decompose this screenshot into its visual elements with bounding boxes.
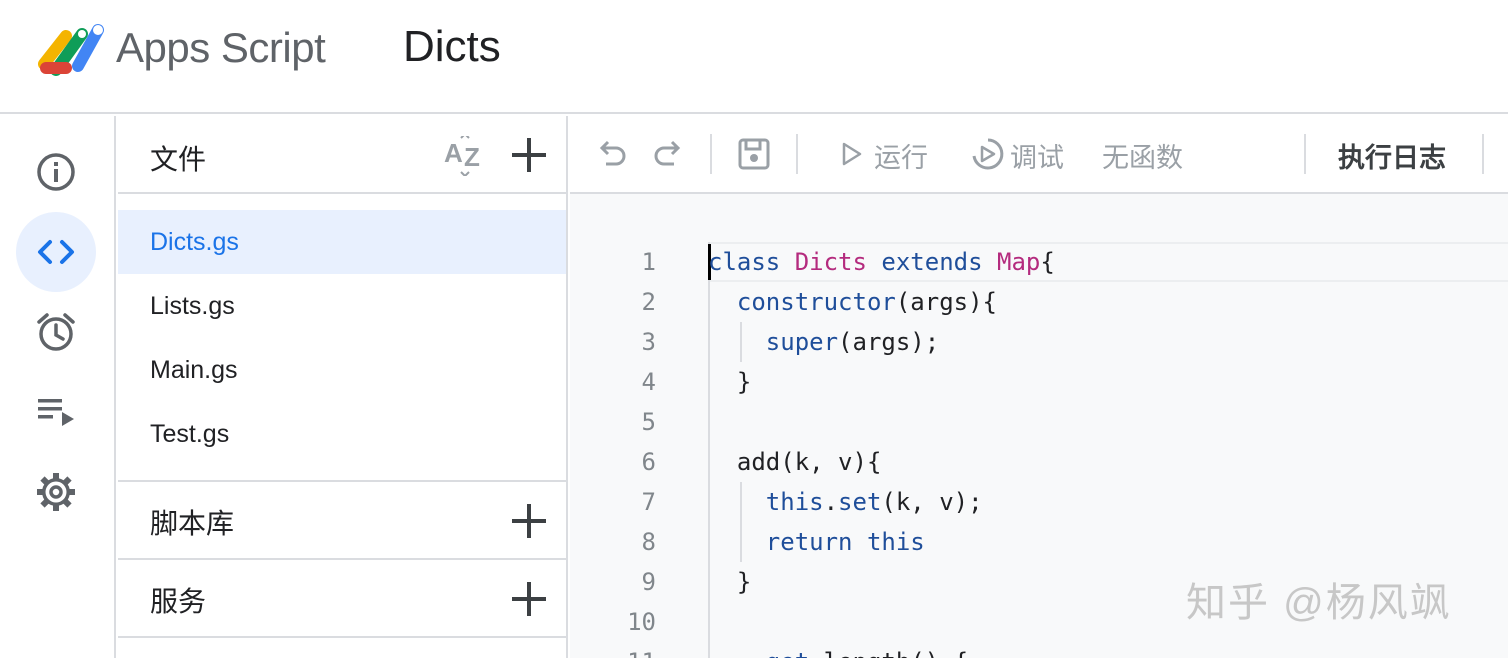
rail-item-settings[interactable]: [16, 452, 96, 532]
line-number: 6: [641, 448, 656, 476]
alarm-icon: [37, 313, 75, 351]
line-number: 8: [641, 528, 656, 556]
files-header: 文件 A Z: [118, 116, 568, 194]
code-line: 7 this.set(k, v);: [570, 482, 1508, 522]
redo-icon[interactable]: [650, 136, 686, 172]
files-panel: 文件 A Z Dicts.gs Lists.gs Main.gs Test.gs…: [118, 116, 568, 658]
line-number: 1: [641, 248, 656, 276]
line-number: 2: [641, 288, 656, 316]
debug-label: 调试: [1010, 143, 1064, 173]
code-text: get length() {: [708, 642, 968, 658]
add-file-button[interactable]: [512, 138, 546, 172]
code-line: 11 get length() {: [570, 642, 1508, 658]
line-number: 9: [641, 568, 656, 596]
rail-item-executions[interactable]: [16, 372, 96, 452]
libraries-section: 脚本库: [118, 480, 568, 558]
project-name[interactable]: Dicts: [403, 22, 501, 72]
watermark: 知乎 @杨风飒: [1186, 581, 1452, 625]
code-text: this.set(k, v);: [765, 488, 983, 516]
svg-text:A: A: [444, 138, 463, 168]
code-text: class Dicts extends Map{: [708, 248, 1055, 276]
code-line: 6 add(k, v){: [570, 442, 1508, 482]
svg-text:Z: Z: [464, 142, 480, 172]
function-select[interactable]: 无函数: [1102, 136, 1183, 175]
code-text: super(args);: [765, 328, 940, 356]
libraries-title: 脚本库: [150, 508, 235, 539]
file-item-main[interactable]: Main.gs: [118, 338, 566, 402]
line-number: 3: [641, 328, 656, 356]
file-item-dicts[interactable]: Dicts.gs: [118, 210, 566, 274]
files-title: 文件: [150, 144, 207, 175]
play-icon: [842, 142, 862, 166]
line-number: 7: [641, 488, 656, 516]
rail-item-overview[interactable]: [16, 132, 96, 212]
app-name[interactable]: Apps Script: [116, 24, 326, 72]
playlist-play-icon: [38, 399, 74, 426]
debug-icon: [972, 138, 1004, 170]
code-line: 8 return this: [570, 522, 1508, 562]
apps-script-logo-icon[interactable]: [38, 20, 106, 76]
line-number: 5: [641, 408, 656, 436]
undo-icon[interactable]: [594, 136, 630, 172]
code-text: }: [708, 568, 752, 596]
code-text: return this: [765, 528, 925, 556]
line-number: 11: [610, 642, 656, 658]
file-item-lists[interactable]: Lists.gs: [118, 274, 566, 338]
services-title: 服务: [150, 586, 207, 617]
code-line: 1 class Dicts extends Map{: [570, 242, 1508, 282]
add-service-button[interactable]: [512, 582, 546, 616]
sort-az-icon[interactable]: A Z: [444, 132, 486, 178]
save-icon[interactable]: [736, 136, 772, 172]
line-number: 4: [641, 368, 656, 396]
app-header: Apps Script Dicts: [0, 0, 1508, 114]
execution-log-button[interactable]: 执行日志: [1338, 136, 1446, 175]
gear-icon: [37, 473, 75, 511]
toolbar-divider: [1304, 134, 1306, 174]
debug-button[interactable]: 调试: [968, 116, 1078, 194]
rail-item-editor[interactable]: [16, 212, 96, 292]
run-label: 运行: [874, 143, 928, 173]
services-section: 服务: [118, 558, 568, 636]
toolbar-divider: [796, 134, 798, 174]
info-icon: [37, 153, 75, 191]
file-item-test[interactable]: Test.gs: [118, 402, 566, 466]
line-number: 10: [627, 608, 656, 636]
code-text: add(k, v){: [708, 448, 882, 476]
code-text: constructor(args){: [736, 288, 998, 316]
code-line: 5: [570, 402, 1508, 442]
code-text: }: [708, 368, 752, 396]
run-button[interactable]: 运行: [838, 116, 938, 194]
toolbar-divider: [1482, 134, 1484, 174]
code-line: 4 }: [570, 362, 1508, 402]
rail-item-triggers[interactable]: [16, 292, 96, 372]
code-line: 3 super(args);: [570, 322, 1508, 362]
nav-rail: [0, 116, 116, 658]
editor-toolbar: 运行 调试 无函数 执行日志: [570, 116, 1508, 194]
code-icon: [38, 240, 74, 264]
panel-divider: [118, 636, 568, 658]
add-library-button[interactable]: [512, 504, 546, 538]
toolbar-divider: [710, 134, 712, 174]
code-line: 2 constructor(args){: [570, 282, 1508, 322]
